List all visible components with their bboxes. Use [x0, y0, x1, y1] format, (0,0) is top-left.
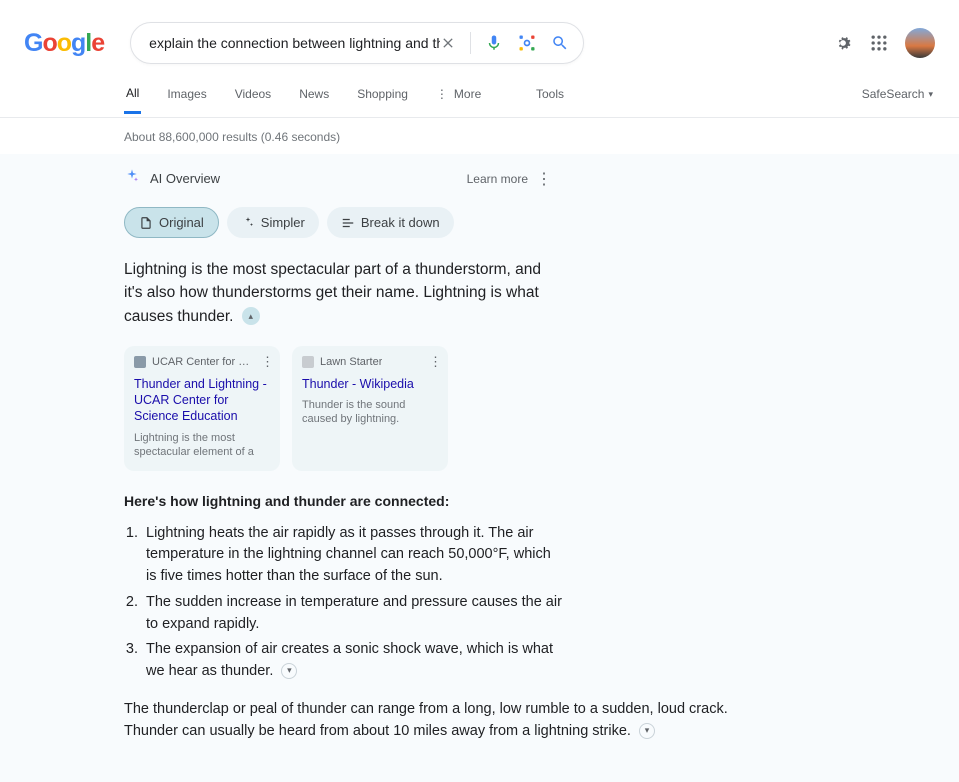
tab-all[interactable]: All: [124, 86, 141, 114]
search-input[interactable]: [149, 35, 440, 51]
chip-break[interactable]: Break it down: [327, 207, 454, 238]
chip-break-label: Break it down: [361, 215, 440, 230]
search-icon[interactable]: [551, 34, 569, 52]
voice-search-icon[interactable]: [485, 34, 503, 52]
google-logo[interactable]: Google: [24, 29, 104, 58]
favicon-icon: [134, 356, 146, 368]
tab-more[interactable]: ⋮More: [434, 87, 483, 112]
list-item: Lightning heats the air rapidly as it pa…: [142, 523, 562, 588]
result-stats: About 88,600,000 results (0.46 seconds): [0, 118, 959, 144]
ai-overview-title: AI Overview: [150, 171, 220, 186]
card-menu-icon[interactable]: ⋮: [429, 354, 442, 370]
chip-simpler-label: Simpler: [261, 215, 305, 230]
source-name: Lawn Starter: [320, 356, 382, 368]
connection-list: Lightning heats the air rapidly as it pa…: [142, 523, 562, 683]
safesearch-button[interactable]: SafeSearch▾: [862, 87, 933, 112]
ai-menu-icon[interactable]: ⋮: [536, 169, 552, 189]
favicon-icon: [302, 356, 314, 368]
chip-original-label: Original: [159, 215, 204, 230]
source-card[interactable]: Lawn Starter ⋮ Thunder - Wikipedia Thund…: [292, 346, 448, 471]
card-title: Thunder - Wikipedia: [302, 376, 438, 392]
list-item: The sudden increase in temperature and p…: [142, 592, 562, 636]
tab-news[interactable]: News: [297, 87, 331, 112]
card-desc: Lightning is the most spectacular elemen…: [134, 431, 270, 459]
tools-button[interactable]: Tools: [536, 87, 564, 112]
card-desc: Thunder is the sound caused by lightning…: [302, 398, 438, 426]
connection-heading: Here's how lightning and thunder are con…: [124, 493, 544, 509]
settings-icon[interactable]: [833, 33, 853, 53]
list-item: The expansion of air creates a sonic sho…: [142, 639, 562, 683]
clear-icon[interactable]: [440, 35, 456, 51]
ai-paragraph: The thunderclap or peal of thunder can r…: [124, 699, 764, 743]
card-menu-icon[interactable]: ⋮: [261, 354, 274, 370]
source-card[interactable]: UCAR Center for Science Edu... ⋮ Thunder…: [124, 346, 280, 471]
tab-images[interactable]: Images: [165, 87, 208, 112]
learn-more-link[interactable]: Learn more: [467, 172, 528, 186]
expand-icon[interactable]: ▾: [281, 663, 297, 679]
chip-simpler[interactable]: Simpler: [227, 207, 319, 238]
card-title: Thunder and Lightning - UCAR Center for …: [134, 376, 270, 425]
avatar[interactable]: [905, 28, 935, 58]
search-box[interactable]: [130, 22, 584, 64]
source-name: UCAR Center for Science Edu...: [152, 356, 252, 368]
chip-original[interactable]: Original: [124, 207, 219, 238]
tab-videos[interactable]: Videos: [233, 87, 273, 112]
lens-search-icon[interactable]: [517, 33, 537, 53]
apps-icon[interactable]: [869, 33, 889, 53]
collapse-icon[interactable]: ▴: [242, 307, 260, 325]
sparkle-icon: [124, 168, 140, 189]
tab-shopping[interactable]: Shopping: [355, 87, 410, 112]
expand-icon[interactable]: ▾: [639, 723, 655, 739]
ai-summary: Lightning is the most spectacular part o…: [124, 258, 544, 328]
